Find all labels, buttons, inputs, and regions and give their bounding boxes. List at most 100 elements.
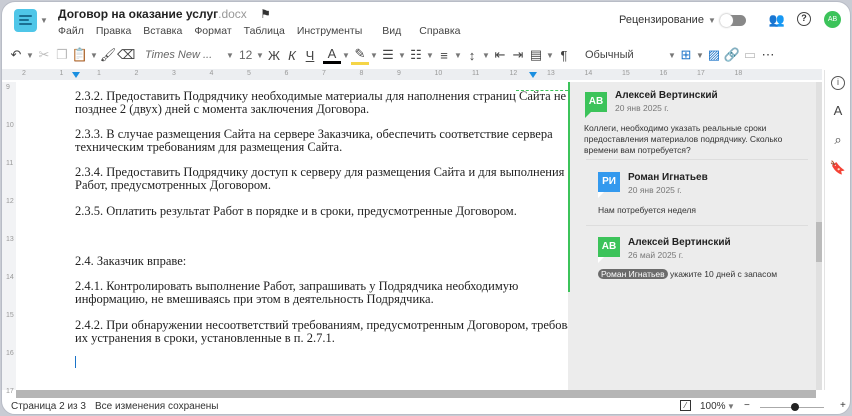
menu-table[interactable]: Таблица	[244, 25, 285, 37]
help-icon[interactable]: ?	[797, 12, 811, 26]
cut-icon[interactable]: ✂	[35, 47, 53, 63]
font-size-select[interactable]: 12	[239, 48, 255, 62]
reply-date: 26 май 2025 г.	[628, 250, 684, 260]
paragraph[interactable]: 2.3.5. Оплатить результат Работ в порядк…	[75, 205, 517, 218]
flag-icon[interactable]: ⚑	[260, 7, 271, 21]
horizontal-ruler[interactable]: 2 1 1 2 3 4 5 6 7 8 9 10 11 12 13 14 15 16 17 18	[2, 69, 822, 80]
save-status: Все изменения сохранены	[95, 401, 219, 412]
align-left-icon[interactable]: ≡	[435, 48, 453, 63]
underline-button[interactable]: Ч	[301, 48, 319, 63]
menu-edit[interactable]: Правка	[96, 25, 131, 37]
bookmark-icon[interactable]: 🔖	[829, 160, 847, 176]
app-logo-icon[interactable]	[14, 9, 37, 32]
ruler-tick: 2	[134, 70, 139, 77]
line-spacing-icon[interactable]: ↕	[463, 48, 481, 63]
highlight-icon[interactable]: ✎	[351, 46, 369, 65]
menu-format[interactable]: Формат	[194, 25, 231, 37]
doc-ext: .docx	[218, 7, 247, 21]
zoom-slider-handle[interactable]	[791, 403, 799, 411]
paste-dropdown-icon[interactable]: ▼	[89, 51, 99, 60]
menu-tools[interactable]: Инструменты	[297, 25, 362, 37]
review-mode-dropdown[interactable]: Рецензирование ▼	[619, 14, 717, 26]
increase-indent-icon[interactable]: ⇥	[509, 47, 527, 63]
link-icon[interactable]: 🔗	[723, 47, 741, 63]
document-title[interactable]: Договор на оказание услуг.docx ⚑	[58, 7, 271, 21]
comment-date: 20 янв 2025 г.	[615, 103, 669, 113]
columns-icon[interactable]: ▤	[527, 47, 545, 63]
zoom-select[interactable]: 100%	[700, 401, 726, 412]
comment-thread[interactable]: АВ Алексей Вертинский 20 янв 2025 г. Кол…	[568, 82, 816, 292]
ruler-tick: 13	[547, 70, 555, 77]
copy-icon[interactable]: ❐	[53, 47, 71, 63]
italic-button[interactable]: К	[283, 48, 301, 63]
decrease-indent-icon[interactable]: ⇤	[491, 47, 509, 63]
document-page[interactable]: 2.3.2. Предоставить Подрядчику необходим…	[16, 82, 584, 390]
ruler-tick: 1	[59, 70, 64, 77]
ruler-tick: 15	[622, 70, 630, 77]
style-select[interactable]: Обычный	[585, 49, 667, 61]
zoom-out-button[interactable]: −	[744, 400, 750, 411]
zoom-in-button[interactable]: +	[840, 400, 846, 411]
vertical-ruler-tick: 12	[6, 198, 14, 205]
ruler-tick: 9	[397, 70, 401, 77]
comment-icon[interactable]: ▭	[741, 47, 759, 63]
more-icon[interactable]: ⋯	[759, 47, 777, 63]
mention-tag[interactable]: Роман Игнатьев	[598, 269, 668, 279]
clear-format-icon[interactable]: ⌫	[117, 47, 135, 63]
menu-view[interactable]: Вид	[382, 25, 401, 37]
horizontal-scrollbar[interactable]	[16, 390, 816, 398]
ruler-tick: 14	[584, 70, 593, 77]
undo-icon[interactable]: ↶	[7, 47, 25, 63]
vertical-ruler-tick: 9	[6, 84, 10, 91]
vertical-ruler-tick: 17	[6, 388, 14, 395]
ruler-tick: 2	[22, 70, 26, 77]
numbered-list-icon[interactable]: ☷	[407, 47, 425, 63]
zoom-dropdown-icon[interactable]: ▼	[726, 402, 736, 411]
users-icon[interactable]: 👥	[768, 12, 786, 28]
right-indent-marker[interactable]	[529, 72, 537, 78]
menu-insert[interactable]: Вставка	[143, 25, 182, 37]
ruler-tick: 8	[359, 70, 364, 77]
comments-scrollbar[interactable]	[816, 82, 822, 390]
comment-author: Алексей Вертинский	[615, 90, 718, 101]
ruler-tick: 11	[472, 70, 480, 77]
paragraph[interactable]: 2.3.4. Предоставить Подрядчику доступ к …	[75, 166, 564, 192]
font-select[interactable]: Times New ...	[145, 49, 225, 61]
text-cursor	[75, 356, 76, 368]
menu-file[interactable]: Файл	[58, 25, 84, 37]
paste-icon[interactable]: 📋	[71, 47, 89, 63]
undo-dropdown-icon[interactable]: ▼	[25, 51, 35, 60]
bullet-list-icon[interactable]: ☰	[379, 47, 397, 63]
vertical-ruler-tick: 13	[6, 236, 14, 243]
paragraph[interactable]: 2.3.3. В случае размещения Сайта на серв…	[75, 128, 553, 154]
pilcrow-button[interactable]: ¶	[555, 48, 573, 63]
paragraph[interactable]: 2.4.1. Контролировать выполнение Работ, …	[75, 280, 518, 306]
vertical-ruler[interactable]: 9101112131415161718	[2, 82, 16, 395]
paragraph[interactable]: 2.4. Заказчик вправе:	[75, 255, 186, 268]
ruler-tick: 18	[734, 70, 743, 77]
bold-button[interactable]: Ж	[265, 48, 283, 63]
menu-help[interactable]: Справка	[419, 25, 460, 37]
logo-dropdown-icon[interactable]: ▼	[39, 16, 49, 25]
font-color-button[interactable]: A	[323, 46, 341, 64]
search-icon[interactable]: ⌕	[829, 132, 847, 148]
reply-author: Алексей Вертинский	[628, 237, 731, 248]
reply-avatar: АВ	[598, 237, 620, 263]
user-avatar[interactable]: АВ	[824, 11, 841, 28]
menu-bar: Файл Правка Вставка Формат Таблица Инстр…	[58, 25, 461, 37]
vertical-ruler-tick: 14	[6, 274, 14, 281]
reply-text: Нам потребуется неделя	[598, 205, 696, 215]
paragraph[interactable]: 2.4.2. При обнаружении несоответствий тр…	[75, 319, 584, 345]
image-icon[interactable]: ▨	[705, 47, 723, 63]
right-sidebar: i A ⌕ 🔖	[824, 70, 850, 390]
indent-marker[interactable]	[72, 72, 80, 78]
format-painter-icon[interactable]: 🖌	[99, 47, 117, 63]
table-icon[interactable]: ⊞	[677, 47, 695, 63]
paragraph[interactable]: 2.3.2. Предоставить Подрядчику необходим…	[75, 90, 566, 116]
review-toggle[interactable]	[720, 14, 746, 27]
text-style-icon[interactable]: A	[829, 103, 847, 118]
ruler-tick: 3	[172, 70, 176, 77]
paragraph-line: их устранения в сроки, установленные в п…	[75, 331, 335, 345]
track-changes-icon[interactable]: ⁄	[680, 400, 691, 411]
info-icon[interactable]: i	[831, 76, 845, 90]
